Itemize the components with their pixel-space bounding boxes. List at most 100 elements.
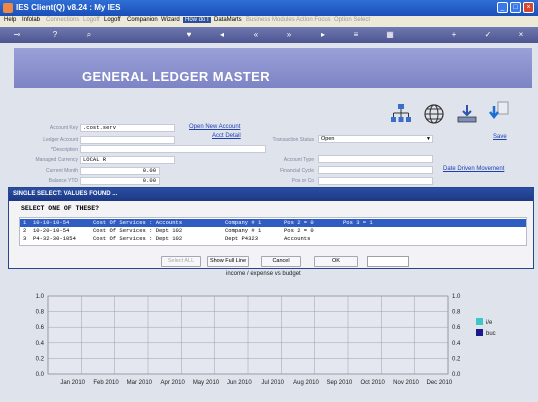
account-key-label: Account Key	[49, 125, 78, 131]
menu-option-select: Option Select	[334, 17, 371, 23]
heart-icon[interactable]: ♥	[184, 30, 194, 40]
y-tick-label-left: 1.0	[36, 294, 45, 300]
page-banner: GENERAL LEDGER MASTER	[14, 48, 532, 88]
dialog-title: SINGLE SELECT: VALUES FOUND ...	[9, 188, 533, 201]
balance-ytd-field: 0.00	[80, 177, 160, 185]
list-item[interactable]: 2 10-20-10-54 Cost Of Services : Dept 10…	[20, 227, 526, 235]
globe-icon[interactable]	[423, 103, 445, 125]
save-download-icon[interactable]	[488, 101, 510, 123]
select-all-button: Select ALL	[161, 256, 201, 267]
x-tick-label: Dec 2010	[426, 380, 452, 386]
legend-swatch	[476, 318, 483, 325]
open-new-account-link[interactable]: Open New Account	[189, 124, 240, 130]
back-icon[interactable]: ◂	[217, 30, 227, 40]
legend-label: i/e	[486, 320, 493, 326]
forward-icon[interactable]: »	[284, 30, 294, 40]
current-month-field: 0.00	[80, 167, 160, 175]
budget-chart: 1.0 1.0 0.8 0.8 0.6 0.6 0.4 0.4 0.2 0.2 0.0 0.0 Jan …	[10, 278, 530, 400]
menu-help[interactable]: Help	[4, 17, 16, 23]
x-tick-label: Aug 2010	[293, 380, 319, 386]
x-tick-label: Jul 2010	[261, 380, 284, 386]
y-tick-label-right: 0.2	[452, 356, 461, 362]
balance-ytd-label: Balance YTD	[48, 178, 78, 184]
next-icon[interactable]: ▸	[318, 30, 328, 40]
managed-currency-label: Managed Currency	[35, 157, 78, 163]
financial-cycle-field[interactable]	[318, 166, 433, 174]
y-tick-label-right: 0.8	[452, 310, 461, 316]
x-tick-label: Mar 2010	[127, 380, 153, 386]
x-tick-label: Sep 2010	[326, 380, 352, 386]
acct-detail-link[interactable]: Acct Detail	[212, 133, 241, 139]
ok-button[interactable]: OK	[314, 256, 358, 267]
legend-label: buc	[486, 331, 496, 337]
account-type-field[interactable]	[318, 155, 433, 163]
single-select-dialog: SINGLE SELECT: VALUES FOUND ... SELECT O…	[8, 187, 534, 269]
menu-how-do-i[interactable]: How do I	[183, 17, 211, 23]
transaction-status-select[interactable]: Open ▼	[318, 135, 433, 143]
check-icon[interactable]: ✓	[483, 30, 493, 40]
menu-datamarts[interactable]: DataMarts	[214, 17, 242, 23]
y-tick-label-right: 0.4	[452, 341, 461, 347]
chevron-down-icon: ▼	[426, 136, 431, 142]
date-driven-movement-link[interactable]: Date Driven Movement	[443, 166, 504, 172]
menu-companion[interactable]: Companion	[127, 17, 158, 23]
y-tick-label-left: 0.4	[36, 341, 45, 347]
rewind-icon[interactable]: «	[251, 30, 261, 40]
menu-logoff[interactable]: Logoff	[104, 17, 121, 23]
save-link[interactable]: Save	[493, 134, 507, 140]
help-icon[interactable]: ?	[50, 30, 60, 40]
y-tick-label-right: 0.6	[452, 325, 461, 331]
menu-logoff-disabled: Logoff	[83, 17, 100, 23]
close-icon[interactable]: ×	[516, 30, 526, 40]
current-month-label: Current Month	[46, 168, 78, 174]
search-icon[interactable]: ⌕	[84, 30, 94, 40]
legend-swatch	[476, 329, 483, 336]
close-button[interactable]: ×	[523, 2, 534, 13]
y-tick-label-left: 0.2	[36, 356, 45, 362]
account-type-label: Account Type	[283, 157, 314, 163]
dialog-input[interactable]	[367, 256, 409, 267]
x-tick-label: May 2010	[193, 380, 220, 386]
show-full-line-button[interactable]: Show Full Line	[207, 256, 249, 267]
x-tick-label: Feb 2010	[93, 380, 119, 386]
menu-connections: Connections	[46, 17, 80, 23]
minimize-button[interactable]: _	[497, 2, 508, 13]
transaction-status-label: Transaction Status	[272, 137, 314, 143]
y-tick-label-right: 0.0	[452, 372, 461, 378]
cancel-button[interactable]: Cancel	[261, 256, 301, 267]
x-tick-label: Oct 2010	[360, 380, 385, 386]
download-tray-icon[interactable]	[456, 103, 478, 125]
managed-currency-field[interactable]: LOCAL R	[80, 156, 175, 164]
description-label: *Description	[51, 147, 78, 153]
grid-icon[interactable]: ▦	[385, 30, 395, 40]
list-item[interactable]: 1 10-10-10-54 Cost Of Services : Account…	[20, 219, 526, 227]
chart-svg: 1.0 1.0 0.8 0.8 0.6 0.6 0.4 0.4 0.2 0.2 0.0 0.0 Jan …	[36, 294, 496, 386]
transaction-status-value: Open	[321, 136, 335, 142]
org-chart-icon[interactable]	[390, 103, 412, 125]
dialog-prompt: SELECT ONE OF THESE?	[21, 205, 100, 212]
y-tick-label-left: 0.8	[36, 310, 45, 316]
values-list: 1 10-10-10-54 Cost Of Services : Account…	[19, 217, 527, 246]
y-tick-label-left: 0.0	[36, 372, 45, 378]
y-tick-label-right: 1.0	[452, 294, 461, 300]
list-icon[interactable]: ≡	[351, 30, 361, 40]
key-icon[interactable]: ⊸	[8, 30, 26, 40]
pos-field[interactable]	[318, 177, 433, 185]
menu-infolab[interactable]: Infolab	[22, 17, 40, 23]
menu-bar: Help Infolab Connections Logoff Logoff C…	[0, 16, 538, 27]
menu-wizard[interactable]: Wizard	[161, 17, 180, 23]
financial-cycle-label: Financial Cycle	[280, 168, 314, 174]
window-title: IES Client(Q) v8.24 : My IES	[16, 3, 121, 12]
account-key-field[interactable]: .cost.serv	[80, 124, 175, 132]
x-tick-label: Jan 2010	[60, 380, 85, 386]
page-title: GENERAL LEDGER MASTER	[82, 69, 271, 84]
chart-title: income / expense vs budget	[226, 271, 301, 277]
list-item[interactable]: 3 P4-32-30-1054 Cost Of Services : Dept …	[20, 235, 526, 243]
y-tick-label-left: 0.6	[36, 325, 45, 331]
x-tick-label: Nov 2010	[393, 380, 419, 386]
add-icon[interactable]: +	[449, 30, 459, 40]
maximize-button[interactable]: □	[510, 2, 521, 13]
description-field[interactable]	[80, 145, 266, 153]
ledger-account-field[interactable]	[80, 136, 175, 144]
menu-business-modules: Business Modules	[246, 17, 295, 23]
